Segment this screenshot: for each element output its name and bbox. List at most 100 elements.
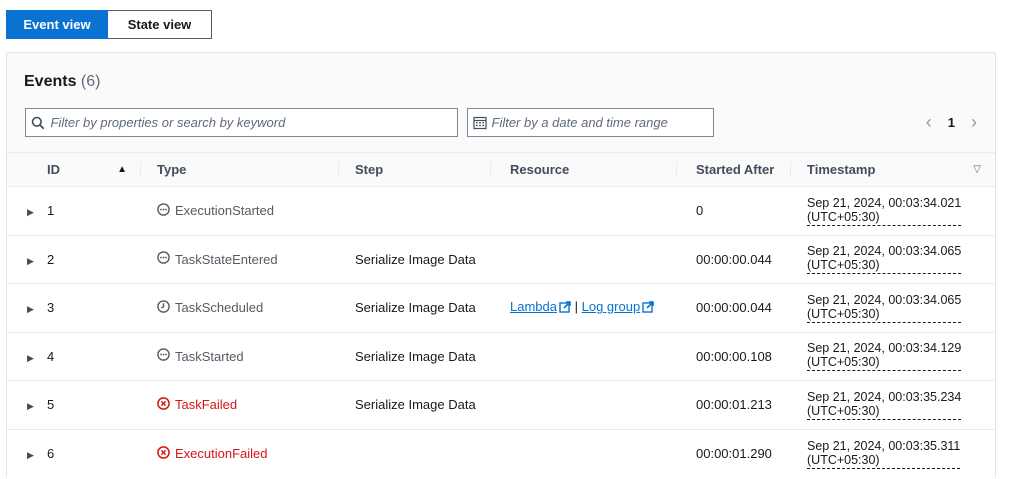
event-timestamp-date: Sep 21, 2024, 00:03:34.065: [807, 292, 962, 307]
column-header-type-label: Type: [157, 162, 187, 177]
column-header-started-after-label: Started After: [696, 162, 775, 177]
event-resource: Lambda | Log group: [491, 284, 677, 333]
current-page[interactable]: 1: [948, 115, 955, 130]
sort-descending-icon[interactable]: ▽: [973, 164, 981, 175]
event-id: 2: [47, 251, 55, 267]
event-step: Serialize Image Data: [355, 251, 476, 267]
table-row[interactable]: ▶ 2 TaskStateEntered Serialize Image Data 00…: [7, 235, 995, 284]
event-resource: [491, 235, 677, 284]
event-timestamp-date: Sep 21, 2024, 00:03:35.234: [807, 389, 962, 404]
event-resource: [491, 381, 677, 430]
event-started-after: 00:00:00.044: [696, 300, 772, 316]
lambda-link[interactable]: Lambda: [510, 299, 571, 314]
event-type-label: TaskStarted: [175, 348, 244, 364]
event-timestamp-date: Sep 21, 2024, 00:03:34.129: [807, 341, 962, 356]
state-view-button[interactable]: State view: [108, 10, 212, 39]
event-started-after: 00:00:00.044: [696, 251, 772, 267]
status-info-icon: [157, 348, 170, 364]
event-timestamp-tz: (UTC+05:30): [807, 452, 880, 467]
event-timestamp-date: Sep 21, 2024, 00:03:34.065: [807, 244, 962, 259]
date-range-filter[interactable]: [467, 108, 714, 137]
expand-row-icon[interactable]: ▶: [27, 207, 47, 218]
event-id: 5: [47, 397, 55, 413]
column-header-timestamp[interactable]: Timestamp ▽: [791, 152, 995, 187]
event-type: TaskStarted: [157, 348, 244, 364]
status-pending-icon: [157, 299, 170, 316]
panel-title-text: Events: [24, 73, 77, 90]
resource-separator: |: [574, 299, 578, 315]
column-header-resource[interactable]: Resource: [491, 152, 677, 187]
column-header-step-label: Step: [355, 162, 384, 177]
event-started-after: 00:00:01.213: [696, 397, 772, 413]
event-id: 1: [47, 203, 55, 219]
chevron-left-icon[interactable]: ‹: [926, 112, 932, 133]
event-timestamp-tz: (UTC+05:30): [807, 209, 880, 224]
search-icon: [26, 116, 51, 130]
expand-row-icon[interactable]: ▶: [27, 450, 47, 461]
log-group-link[interactable]: Log group: [582, 299, 655, 314]
event-timestamp[interactable]: Sep 21, 2024, 00:03:35.311 (UTC+05:30): [807, 439, 961, 469]
event-resource: [491, 429, 677, 478]
view-toggle: Event view State view: [6, 10, 212, 39]
event-view-button[interactable]: Event view: [6, 10, 108, 39]
event-type-label: ExecutionFailed: [175, 446, 268, 461]
table-row[interactable]: ▶ 4 TaskStarted Serialize Image Data 00:00:0…: [7, 332, 995, 381]
external-link-icon: [642, 301, 654, 316]
panel-title: Events (6): [24, 73, 100, 91]
event-timestamp-tz: (UTC+05:30): [807, 355, 880, 370]
event-timestamp[interactable]: Sep 21, 2024, 00:03:34.065 (UTC+05:30): [807, 292, 962, 323]
event-count: (6): [80, 73, 101, 90]
events-table: ID ▲ Type Step Resource Started After Ti…: [7, 152, 995, 478]
event-timestamp-tz: (UTC+05:30): [807, 258, 880, 273]
event-type-label: TaskFailed: [175, 397, 238, 413]
event-step: Serialize Image Data: [355, 348, 476, 364]
event-step: Serialize Image Data: [355, 300, 476, 316]
column-header-resource-label: Resource: [510, 162, 570, 177]
lambda-link-label: Lambda: [510, 299, 557, 315]
log-group-link-label: Log group: [581, 299, 641, 315]
expand-row-icon[interactable]: ▶: [27, 353, 47, 364]
event-type-label: TaskScheduled: [175, 300, 264, 316]
expand-row-icon[interactable]: ▶: [27, 304, 47, 315]
column-header-step[interactable]: Step: [339, 152, 491, 187]
event-timestamp[interactable]: Sep 21, 2024, 00:03:35.234 (UTC+05:30): [807, 389, 962, 420]
date-range-input[interactable]: [491, 115, 713, 130]
event-type-label: ExecutionStarted: [175, 203, 275, 219]
event-type: TaskScheduled: [157, 299, 264, 316]
status-info-icon: [157, 251, 170, 267]
event-timestamp-tz: (UTC+05:30): [807, 306, 880, 321]
event-id: 4: [47, 348, 55, 364]
column-header-started-after[interactable]: Started After: [677, 152, 791, 187]
expand-row-icon[interactable]: ▶: [27, 256, 47, 267]
status-error-icon: [157, 445, 170, 462]
table-row[interactable]: ▶ 6 ExecutionFailed 00:00:01.290 Sep 21, 202…: [7, 429, 995, 478]
search-filter[interactable]: [25, 108, 458, 137]
search-input[interactable]: [50, 115, 457, 130]
event-timestamp[interactable]: Sep 21, 2024, 00:03:34.065 (UTC+05:30): [807, 244, 962, 275]
table-row[interactable]: ▶ 1 ExecutionStarted 0 Sep 21, 2024, 00:03:3…: [7, 186, 995, 236]
sort-ascending-icon[interactable]: ▲: [117, 164, 127, 175]
event-started-after: 00:00:00.108: [696, 348, 772, 364]
expand-row-icon[interactable]: ▶: [27, 401, 47, 412]
event-started-after: 0: [696, 203, 704, 219]
status-info-icon: [157, 202, 170, 219]
chevron-right-icon[interactable]: ›: [971, 112, 977, 133]
event-timestamp-tz: (UTC+05:30): [807, 403, 880, 418]
column-header-id[interactable]: ID ▲: [7, 152, 141, 187]
event-resource: [491, 187, 677, 236]
event-timestamp[interactable]: Sep 21, 2024, 00:03:34.021 (UTC+05:30): [807, 195, 962, 226]
events-panel: Events (6) ‹ 1 › ID ▲ Type: [6, 52, 996, 478]
calendar-icon: [468, 116, 492, 130]
event-started-after: 00:00:01.290: [696, 446, 772, 461]
table-row[interactable]: ▶ 3 TaskScheduled Serialize Image Data Lambd…: [7, 283, 995, 333]
external-link-icon: [559, 301, 571, 316]
event-type: ExecutionFailed: [157, 445, 268, 462]
status-error-icon: [157, 396, 170, 413]
events-table-body: ▶ 1 ExecutionStarted 0 Sep 21, 2024, 00:03:3…: [7, 186, 995, 478]
event-resource: [491, 332, 677, 381]
event-timestamp[interactable]: Sep 21, 2024, 00:03:34.129 (UTC+05:30): [807, 341, 962, 372]
event-timestamp-date: Sep 21, 2024, 00:03:34.021: [807, 195, 962, 210]
event-id: 6: [47, 446, 55, 461]
column-header-type[interactable]: Type: [141, 152, 339, 187]
table-row[interactable]: ▶ 5 TaskFailed Serialize Image Data 00:00:01…: [7, 380, 995, 430]
